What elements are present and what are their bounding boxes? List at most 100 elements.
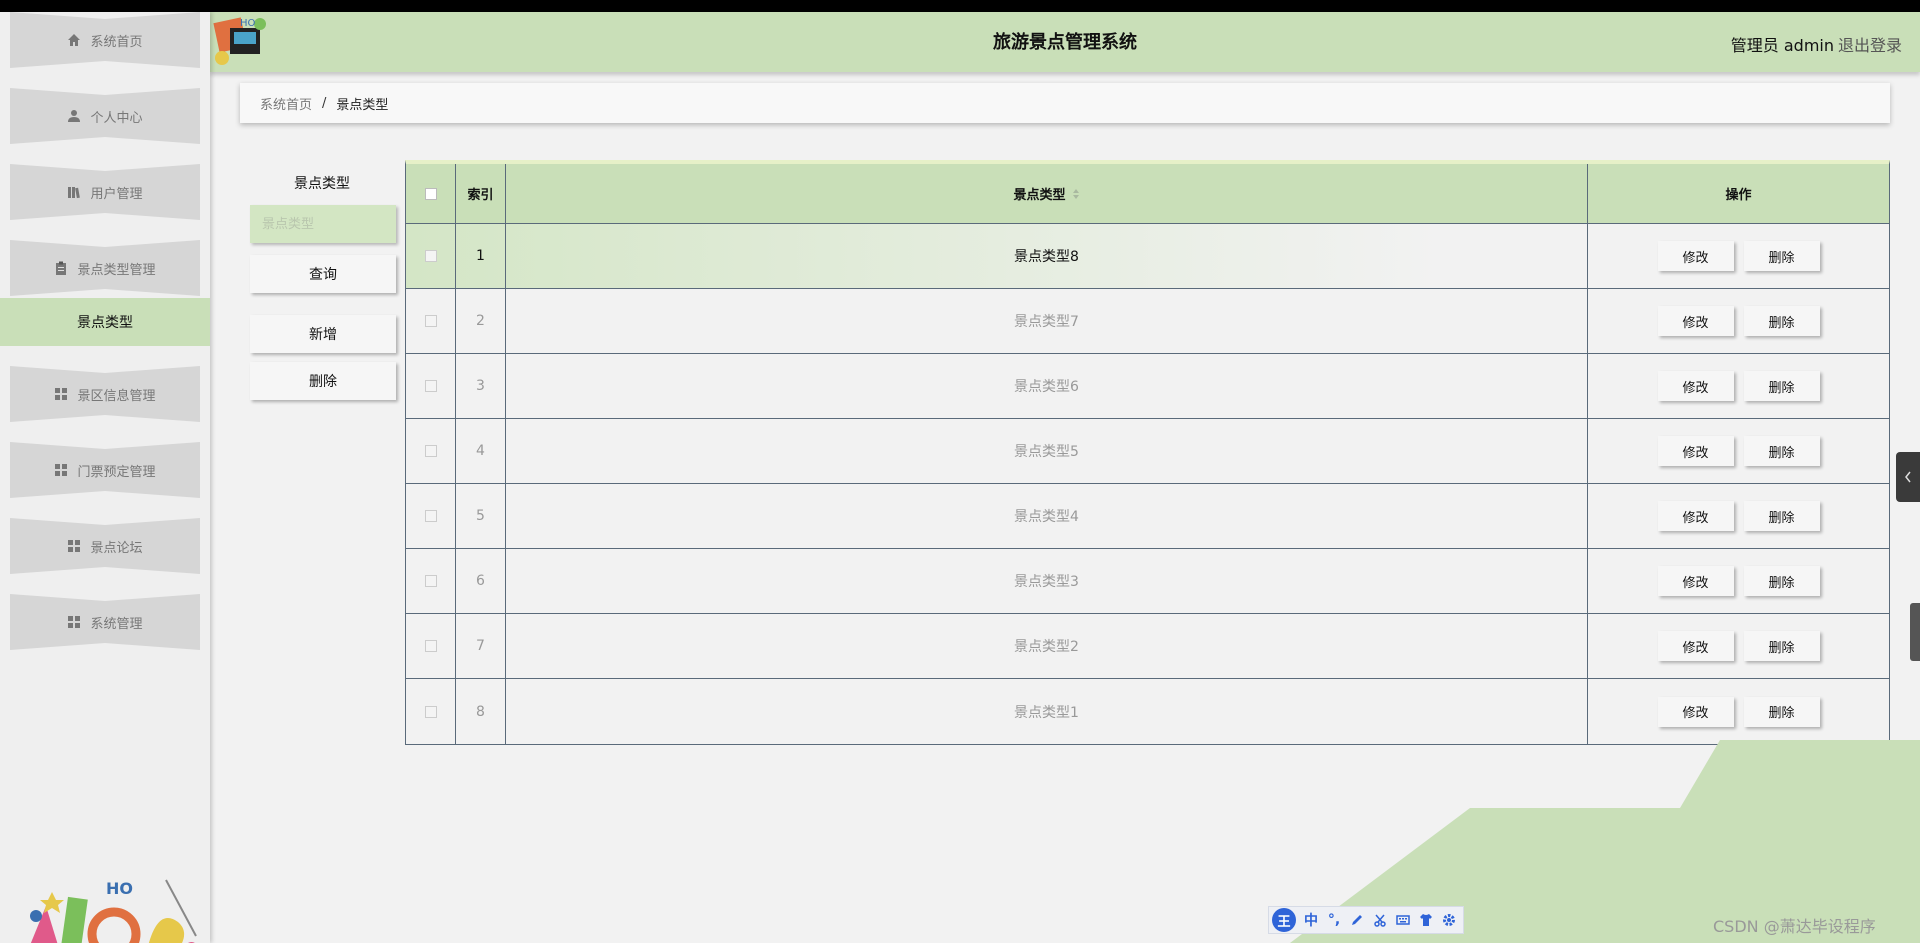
- row-ops: 修改 删除: [1588, 224, 1889, 288]
- row-ops: 修改 删除: [1588, 484, 1889, 548]
- edit-button[interactable]: 修改: [1657, 696, 1734, 727]
- home-icon: [67, 33, 81, 47]
- settings-gear-icon[interactable]: [1441, 912, 1457, 928]
- row-checkbox-cell: [406, 484, 456, 548]
- keyboard-icon[interactable]: [1395, 912, 1411, 928]
- logout-link[interactable]: 退出登录: [1838, 32, 1902, 56]
- row-checkbox-cell: [406, 549, 456, 613]
- delete-button[interactable]: 删除: [1743, 306, 1820, 336]
- add-button[interactable]: 新增: [250, 315, 396, 353]
- search-input[interactable]: [250, 205, 396, 243]
- sidebar-item-profile[interactable]: 个人中心: [10, 88, 200, 144]
- grid-icon: [67, 539, 81, 553]
- pen-icon[interactable]: [1349, 912, 1365, 928]
- row-checkbox-cell: [406, 679, 456, 744]
- app-title: 旅游景点管理系统: [993, 32, 1137, 53]
- row-type: 景点类型7: [506, 289, 1588, 353]
- table-row: 7 景点类型2 修改 删除: [406, 614, 1889, 679]
- sidebar-item-label: 门票预定管理: [77, 464, 156, 480]
- collapse-panel-tab[interactable]: [1896, 452, 1920, 502]
- edit-button[interactable]: 修改: [1657, 501, 1734, 531]
- ime-mode-toggle[interactable]: 中: [1303, 912, 1319, 929]
- row-index: 6: [456, 549, 506, 613]
- grid-icon: [54, 387, 68, 401]
- sidebar-item-ticket-booking-mgmt[interactable]: 门票预定管理: [10, 442, 200, 498]
- edit-button[interactable]: 修改: [1657, 241, 1734, 271]
- sidebar-subitem-scenic-type[interactable]: 景点类型: [0, 298, 210, 346]
- chevron-left-icon: [1905, 471, 1911, 483]
- ime-punctuation-toggle[interactable]: °,: [1326, 912, 1342, 928]
- window-top-strip: [0, 0, 1920, 12]
- delete-button[interactable]: 删除: [1743, 631, 1820, 661]
- table-row: 3 景点类型6 修改 删除: [406, 354, 1889, 419]
- sort-icon[interactable]: [1072, 188, 1080, 200]
- row-type: 景点类型4: [506, 484, 1588, 548]
- breadcrumb-home-link[interactable]: 系统首页: [260, 94, 312, 113]
- edit-button[interactable]: 修改: [1657, 631, 1734, 661]
- delete-button[interactable]: 删除: [1743, 241, 1820, 271]
- header-type-cell[interactable]: 景点类型: [506, 164, 1588, 223]
- skin-shirt-icon[interactable]: [1418, 912, 1434, 928]
- sidebar-item-scenic-type-mgmt[interactable]: 景点类型管理: [10, 240, 200, 296]
- ime-logo[interactable]: 王: [1272, 908, 1296, 932]
- svg-text:HO: HO: [106, 879, 133, 898]
- row-checkbox[interactable]: [424, 640, 437, 652]
- user-icon: [67, 109, 81, 123]
- grid-icon: [54, 463, 68, 477]
- edge-scroll-handle[interactable]: [1910, 603, 1920, 661]
- sidebar-item-home[interactable]: 系统首页: [10, 12, 200, 68]
- delete-button[interactable]: 删除: [1743, 696, 1820, 727]
- row-checkbox-cell: [406, 614, 456, 678]
- table-row: 1 景点类型8 修改 删除: [406, 224, 1889, 289]
- batch-delete-button[interactable]: 删除: [250, 362, 396, 400]
- scenic-type-table: 索引 景点类型 操作 1 景点类型8 修改 删除 2 景点类型7 修改 删除 3…: [405, 160, 1890, 745]
- sidebar-item-system-mgmt[interactable]: 系统管理: [10, 594, 200, 650]
- row-checkbox[interactable]: [424, 445, 437, 457]
- delete-button[interactable]: 删除: [1743, 501, 1820, 531]
- sidebar-item-scenic-info-mgmt[interactable]: 景区信息管理: [10, 366, 200, 422]
- table-row: 5 景点类型4 修改 删除: [406, 484, 1889, 549]
- delete-button[interactable]: 删除: [1743, 436, 1820, 466]
- delete-button[interactable]: 删除: [1743, 566, 1820, 596]
- row-checkbox[interactable]: [424, 315, 437, 327]
- row-checkbox[interactable]: [424, 705, 437, 718]
- row-ops: 修改 删除: [1588, 614, 1889, 678]
- table-row: 4 景点类型5 修改 删除: [406, 419, 1889, 484]
- row-ops: 修改 删除: [1588, 679, 1889, 744]
- row-checkbox[interactable]: [424, 575, 437, 587]
- row-checkbox[interactable]: [424, 250, 437, 262]
- edit-button[interactable]: 修改: [1657, 436, 1734, 466]
- header-index: 索引: [456, 164, 506, 223]
- grid-icon: [67, 615, 81, 629]
- sidebar: 系统首页 个人中心 用户管理 景点类型管理 景点类型 景区信息管理 门票预定管理: [0, 12, 210, 943]
- row-index: 5: [456, 484, 506, 548]
- edit-button[interactable]: 修改: [1657, 566, 1734, 596]
- row-type: 景点类型5: [506, 419, 1588, 483]
- sidebar-item-users[interactable]: 用户管理: [10, 164, 200, 220]
- search-field-label: 景点类型: [294, 176, 350, 192]
- scissors-icon[interactable]: [1372, 912, 1388, 928]
- delete-button[interactable]: 删除: [1743, 371, 1820, 401]
- sidebar-item-label: 景点类型管理: [77, 262, 156, 278]
- row-index: 7: [456, 614, 506, 678]
- sidebar-item-label: 系统管理: [90, 616, 143, 632]
- row-checkbox[interactable]: [424, 510, 437, 522]
- row-type: 景点类型3: [506, 549, 1588, 613]
- edit-button[interactable]: 修改: [1657, 306, 1734, 336]
- row-checkbox-cell: [406, 289, 456, 353]
- select-all-checkbox[interactable]: [424, 187, 437, 200]
- clipboard-icon: [54, 261, 68, 275]
- query-button[interactable]: 查询: [250, 255, 396, 293]
- row-checkbox[interactable]: [424, 380, 437, 392]
- sidebar-item-label: 系统首页: [90, 34, 143, 50]
- top-header: HO 旅游景点管理系统 管理员 admin 退出登录: [210, 12, 1920, 72]
- edit-button[interactable]: 修改: [1657, 371, 1734, 401]
- row-index: 1: [456, 224, 506, 288]
- row-index: 2: [456, 289, 506, 353]
- sidebar-item-forum[interactable]: 景点论坛: [10, 518, 200, 574]
- table-header-row: 索引 景点类型 操作: [406, 164, 1889, 224]
- breadcrumb-separator: /: [322, 95, 327, 111]
- row-ops: 修改 删除: [1588, 549, 1889, 613]
- row-type: 景点类型2: [506, 614, 1588, 678]
- row-checkbox-cell: [406, 224, 456, 288]
